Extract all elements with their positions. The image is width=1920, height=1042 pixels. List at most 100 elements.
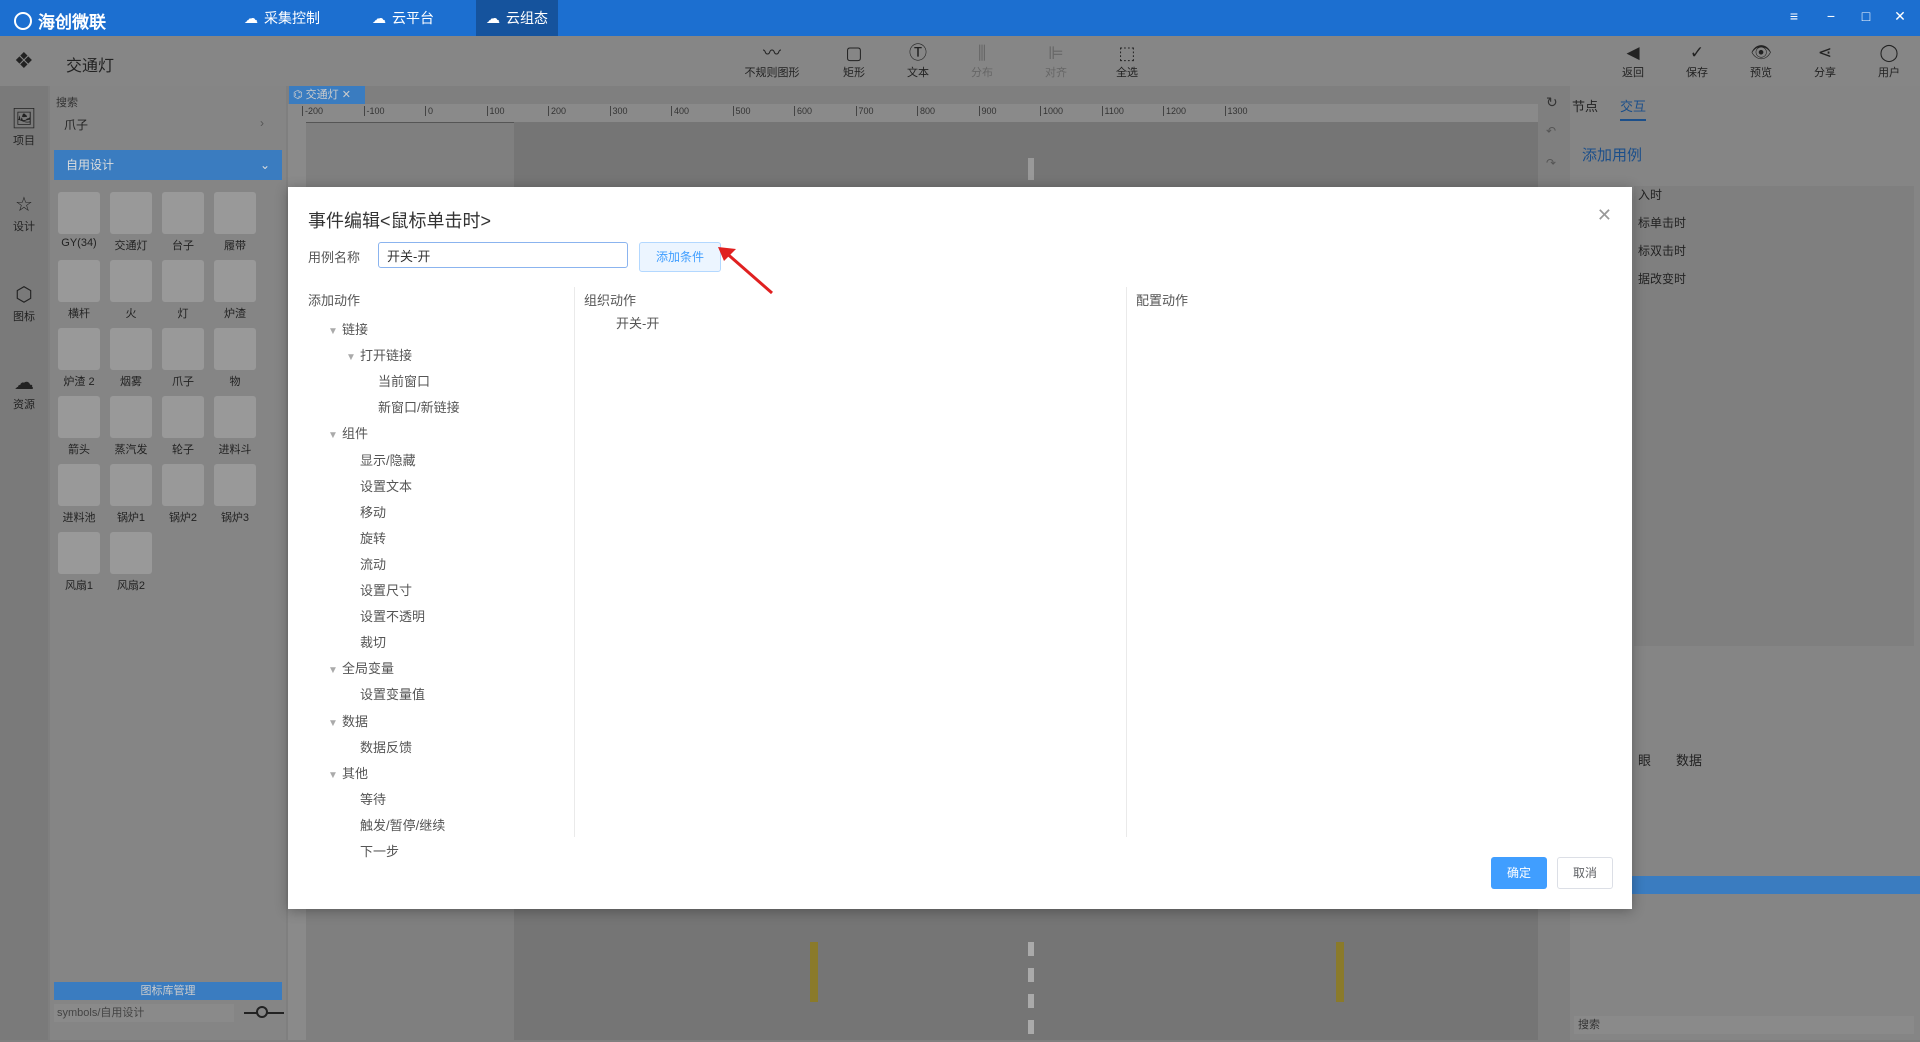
- tool-text[interactable]: Ⓣ 文本: [888, 42, 948, 80]
- library-path-input[interactable]: symbols/自用设计: [54, 1004, 234, 1022]
- ruler-tick: -100: [363, 106, 385, 116]
- tab-nodes[interactable]: 节点: [1572, 96, 1598, 115]
- share-button[interactable]: ⋖ 分享: [1798, 42, 1852, 80]
- symbol-thumbnail-icon: [110, 532, 152, 574]
- tree-node[interactable]: 设置变量值: [346, 682, 425, 708]
- library-item[interactable]: 轮子: [158, 396, 208, 457]
- tree-node-label: 设置尺寸: [360, 583, 413, 598]
- back-button[interactable]: ◀ 返回: [1606, 42, 1660, 80]
- tree-node[interactable]: ▼ 全局变量: [328, 656, 394, 682]
- library-item[interactable]: 锅炉3: [210, 464, 260, 525]
- event-item[interactable]: 入时: [1638, 186, 1662, 203]
- library-item[interactable]: 箭头: [54, 396, 104, 457]
- tool-irregular[interactable]: 〰不规则图形: [742, 42, 802, 80]
- nav-project[interactable]: 🖼 项目: [0, 106, 48, 148]
- library-item-label: GY(34): [61, 237, 97, 249]
- close-icon[interactable]: ✕: [1597, 205, 1612, 226]
- tree-node[interactable]: 流动: [346, 552, 386, 578]
- library-item[interactable]: 风扇2: [106, 532, 156, 593]
- library-manage-button[interactable]: 图标库管理: [54, 982, 282, 1000]
- tree-node[interactable]: 设置不透明: [346, 604, 425, 630]
- library-item[interactable]: 锅炉1: [106, 464, 156, 525]
- library-item[interactable]: 烟雾: [106, 328, 156, 389]
- tree-node[interactable]: 显示/隐藏: [346, 448, 416, 474]
- nav-tab-cloud[interactable]: ☁ 云平台: [362, 0, 444, 36]
- menu-icon[interactable]: ≡: [1784, 8, 1804, 24]
- refresh-icon[interactable]: ↻: [1546, 94, 1558, 111]
- tree-node[interactable]: 设置文本: [346, 474, 412, 500]
- tree-node[interactable]: ▼ 组件: [328, 421, 368, 447]
- library-item[interactable]: 风扇1: [54, 532, 104, 593]
- preview-button[interactable]: 👁 预览: [1734, 42, 1788, 80]
- library-item[interactable]: 物: [210, 328, 260, 389]
- nav-tab-collect[interactable]: ☁ 采集控制: [234, 0, 330, 36]
- save-button[interactable]: ✓ 保存: [1670, 42, 1724, 80]
- user-button[interactable]: ◯ 用户: [1862, 42, 1916, 80]
- tree-node[interactable]: 触发/暂停/继续: [346, 813, 445, 839]
- sub-tab-eye[interactable]: 眼: [1638, 750, 1651, 769]
- maximize-icon[interactable]: □: [1856, 8, 1876, 24]
- tree-node[interactable]: 移动: [346, 500, 386, 526]
- library-item[interactable]: 炉渣 2: [54, 328, 104, 389]
- tree-node-label: 旋转: [360, 530, 387, 546]
- zoom-slider[interactable]: [244, 1006, 284, 1018]
- library-item[interactable]: 炉渣: [210, 260, 260, 321]
- library-item[interactable]: 交通灯: [106, 192, 156, 253]
- library-item[interactable]: 进料池: [54, 464, 104, 525]
- library-item[interactable]: 爪子: [158, 328, 208, 389]
- ok-button[interactable]: 确定: [1491, 857, 1547, 889]
- library-item[interactable]: 进料斗: [210, 396, 260, 457]
- nav-icons[interactable]: ⬡ 图标: [0, 282, 48, 324]
- tree-node[interactable]: 数据反馈: [346, 735, 412, 761]
- tree-node[interactable]: ▼ 数据: [328, 709, 368, 735]
- library-item[interactable]: 锅炉2: [158, 464, 208, 525]
- tool-distribute[interactable]: ⫼ 分布: [952, 42, 1012, 80]
- tool-rect[interactable]: ▢ 矩形: [824, 42, 884, 80]
- add-condition-button[interactable]: 添加条件: [639, 242, 721, 272]
- cancel-button[interactable]: 取消: [1557, 857, 1613, 889]
- tab-interaction[interactable]: 交互: [1620, 96, 1647, 121]
- minimize-icon[interactable]: −: [1821, 8, 1841, 24]
- library-item[interactable]: 灯: [158, 260, 208, 321]
- ruler-tick: 0: [425, 106, 433, 116]
- tree-node[interactable]: 新窗口/新链接: [364, 395, 460, 421]
- organized-action-item[interactable]: 开关-开: [616, 311, 659, 337]
- library-item[interactable]: 蒸汽发: [106, 396, 156, 457]
- case-name-input[interactable]: [378, 242, 628, 268]
- nav-tab-scada[interactable]: ☁ 云组态: [476, 0, 558, 36]
- tool-select-all[interactable]: ⬚ 全选: [1097, 42, 1157, 80]
- tree-node[interactable]: 设置尺寸: [346, 578, 412, 604]
- tree-node[interactable]: 裁切: [346, 630, 386, 656]
- ruler-tick: 1000: [1040, 106, 1063, 116]
- nav-resources[interactable]: ☁ 资源: [0, 370, 48, 412]
- tree-node[interactable]: ▼ 打开链接: [346, 343, 412, 369]
- close-window-icon[interactable]: ✕: [1890, 8, 1910, 25]
- tree-node[interactable]: 旋转: [346, 526, 386, 552]
- symbol-thumbnail-icon: [58, 532, 100, 574]
- sub-tab-data[interactable]: 数据: [1676, 750, 1702, 769]
- tree-node[interactable]: ▼ 链接: [328, 317, 368, 343]
- event-item[interactable]: 标单击时: [1638, 214, 1686, 231]
- tree-node[interactable]: 当前窗口: [364, 369, 430, 395]
- tree-node[interactable]: 等待: [346, 787, 386, 813]
- library-item[interactable]: GY(34): [54, 192, 104, 249]
- add-case-link[interactable]: 添加用例: [1582, 144, 1642, 165]
- redo-icon[interactable]: ↷: [1546, 156, 1556, 170]
- library-item[interactable]: 台子: [158, 192, 208, 253]
- ruler-tick: 200: [548, 106, 566, 116]
- event-item[interactable]: 据改变时: [1638, 270, 1686, 287]
- library-category[interactable]: 自用设计 ⌄: [54, 150, 282, 180]
- tree-node[interactable]: ▼ 其他: [328, 761, 368, 787]
- cloud-config-icon: ☁: [486, 9, 500, 26]
- library-search-value[interactable]: 爪子 ›: [64, 116, 264, 133]
- library-item[interactable]: 横杆: [54, 260, 104, 321]
- tool-align[interactable]: ⊫ 对齐: [1026, 42, 1086, 80]
- right-search-input[interactable]: 搜索: [1574, 1016, 1914, 1034]
- event-item[interactable]: 标双击时: [1638, 242, 1686, 259]
- library-item[interactable]: 火: [106, 260, 156, 321]
- nav-design[interactable]: ☆ 设计: [0, 192, 48, 234]
- tree-node[interactable]: 下一步: [346, 839, 399, 865]
- undo-icon[interactable]: ↶: [1546, 124, 1556, 138]
- library-item[interactable]: 履带: [210, 192, 260, 253]
- canvas-tab[interactable]: ⌬ 交通灯 ✕: [289, 86, 365, 104]
